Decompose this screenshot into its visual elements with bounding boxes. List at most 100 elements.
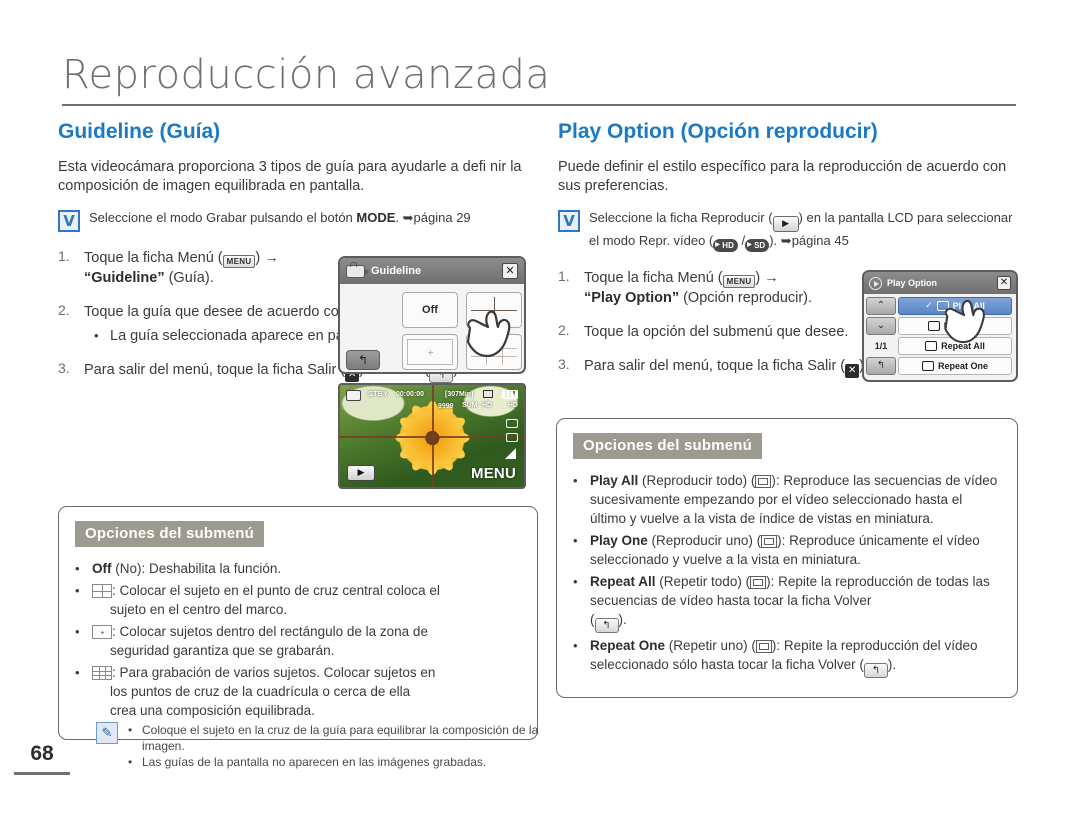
- prereq-bold: MODE: [356, 210, 396, 225]
- rstep1-before: Toque la ficha Menú (: [584, 270, 723, 286]
- lcd-title: Play Option: [887, 278, 938, 288]
- step1-before: Toque la ficha Menú (: [84, 250, 223, 266]
- submenu-options-badge: Opciones del submenú: [75, 521, 265, 547]
- footnote-item: • Las guías de la pantalla no aparecen e…: [128, 754, 546, 770]
- lcd-guideline-body: Off ↰: [340, 284, 524, 372]
- bullet-dot-icon: •: [573, 533, 578, 548]
- prereq-after: .: [395, 210, 403, 225]
- step-number: 2.: [58, 302, 70, 318]
- scroll-up-button[interactable]: ⌃: [866, 297, 896, 315]
- play-option-row-repeat-one[interactable]: Repeat One: [898, 357, 1012, 375]
- guideline-submenu-options-panel: Opciones del submenú • Off (No): Deshabi…: [58, 506, 538, 740]
- title-divider: [62, 104, 1016, 106]
- grid-4-icon: [92, 584, 112, 598]
- option-grid9-desc-cont: los puntos de cruz de la cuadrícula o ce…: [110, 684, 411, 699]
- step-text: Toque la opción del submenú que desee.: [584, 324, 849, 340]
- check-icon: ✓: [925, 301, 933, 311]
- guideline-prereq-text: Seleccione el modo Grabar pulsando el bo…: [89, 209, 471, 227]
- option-play-all: • Play All (Reproducir todo) (): Reprodu…: [573, 471, 1001, 528]
- play-all-icon: [936, 301, 949, 311]
- step1-quote: “Guideline”: [84, 270, 165, 286]
- option-repeat-one-desc: ): Repite la reproducción del: [771, 638, 941, 653]
- page-arrow-icon: ➥: [402, 211, 414, 226]
- option-repeat-all-label: Repeat All: [590, 574, 656, 589]
- guideline-option-grid9[interactable]: [466, 334, 522, 370]
- storage-card-icon: [483, 390, 493, 398]
- option-grid4-desc: : Colocar el sujeto en el punto de cruz …: [112, 583, 440, 598]
- osd-quality-3: HD: [507, 402, 518, 409]
- option-grid9-desc-cont2: crea una composición equilibrada.: [110, 703, 315, 718]
- play-option-row-play-all[interactable]: ✓ Play All: [898, 297, 1012, 315]
- play-tab-button[interactable]: ▶: [347, 465, 375, 481]
- row-label: Play All: [952, 301, 985, 311]
- guideline-option-safety-zone[interactable]: [402, 334, 458, 370]
- check-badge-icon: V: [558, 210, 580, 232]
- play-option-submenu-options-panel: Opciones del submenú • Play All (Reprodu…: [556, 418, 1018, 698]
- bullet-dot-icon: •: [128, 723, 133, 737]
- bullet-dot-icon: •: [75, 561, 80, 576]
- prereq-part3: el modo Repr. vídeo (: [589, 233, 714, 248]
- guideline-prereq-note: V Seleccione el modo Grabar pulsando el …: [58, 209, 538, 232]
- lcd-title: Guideline: [371, 265, 422, 277]
- close-icon[interactable]: ✕: [502, 263, 518, 279]
- lcd-side-controls: ⌃ ⌄ 1/1 ↰: [864, 294, 898, 380]
- osd-icon-1: [506, 419, 518, 428]
- back-button[interactable]: ↰: [346, 350, 380, 370]
- option-grid9: • : Para grabación de varios sujetos. Co…: [75, 663, 521, 720]
- play-option-row-play-one[interactable]: Play One: [898, 317, 1012, 335]
- option-play-one-desc: ): Reproduce únicamente el: [777, 533, 943, 548]
- prereq-before: Seleccione el modo Grabar pulsando el bo…: [89, 210, 357, 225]
- step-text: Toque la ficha Menú (MENU) → “Guideline”…: [84, 248, 279, 288]
- menu-chip-icon: MENU: [722, 275, 756, 288]
- bullet-dot-icon: •: [573, 638, 578, 653]
- play-option-prereq-text: Seleccione la ficha Reproducir (▶) en la…: [589, 209, 1012, 252]
- guideline-option-off[interactable]: Off: [402, 292, 458, 328]
- option-play-all-line4: vistas en miniatura.: [817, 511, 934, 526]
- prereq-page: página 45: [791, 233, 849, 248]
- page-folio: 68: [14, 742, 70, 775]
- step-text: Toque la ficha Menú (MENU) → “Play Optio…: [584, 268, 812, 308]
- grid-9-icon: [471, 339, 517, 365]
- scroll-down-button[interactable]: ⌄: [866, 317, 896, 335]
- page-number: 68: [30, 742, 54, 765]
- step-number: 1.: [558, 268, 570, 284]
- osd-stby: STBY: [368, 391, 389, 398]
- play-one-icon: [927, 321, 940, 331]
- step1-rest: (Guía).: [164, 270, 214, 286]
- osd-icon-2: [506, 433, 518, 442]
- osd-remaining-time: [307Min]: [445, 391, 474, 398]
- exit-x-icon: ✕: [845, 364, 860, 378]
- option-repeat-all: • Repeat All (Repetir todo) (): Repite l…: [573, 572, 1001, 633]
- lcd-title-bar: Guideline ✕: [340, 258, 524, 284]
- osd-quality-1: SUM: [462, 402, 478, 409]
- guideline-option-grid4[interactable]: [466, 292, 522, 328]
- repeat-one-icon: [755, 640, 772, 653]
- option-safety-desc: : Colocar sujetos dentro del rectángulo …: [112, 624, 428, 639]
- osd-photo-count: 9999: [438, 403, 454, 410]
- back-button[interactable]: ↰: [866, 357, 896, 375]
- battery-icon: [502, 390, 518, 399]
- option-repeat-one-label: Repeat One: [590, 638, 666, 653]
- play-tab-icon: ▶: [772, 216, 799, 232]
- step-number: 2.: [558, 322, 570, 338]
- note-pencil-icon: ✎: [96, 722, 118, 744]
- play-mode-icon: [869, 276, 882, 290]
- osd-timecode: 00:00:00: [396, 391, 425, 398]
- option-play-one-label: Play One: [590, 533, 648, 548]
- camcorder-icon: [346, 261, 369, 278]
- option-grid4-desc-cont: sujeto en el centro del marco.: [110, 602, 288, 617]
- close-icon[interactable]: ✕: [997, 276, 1011, 290]
- video-hd-icon: HD: [713, 239, 738, 252]
- lcd-play-option-body: ⌃ ⌄ 1/1 ↰ ✓ Play All Play One Repeat All: [864, 294, 1016, 380]
- bullet-dot-icon: •: [94, 328, 99, 343]
- option-off: • Off (No): Deshabilita la función.: [75, 559, 521, 578]
- repeat-all-icon: [750, 576, 767, 589]
- play-option-row-repeat-all[interactable]: Repeat All: [898, 337, 1012, 355]
- play-options-list: • Play All (Reproducir todo) (): Reprodu…: [573, 471, 1001, 678]
- lcd-title-bar: Play Option ✕: [864, 272, 1016, 294]
- menu-tab-button[interactable]: MENU: [471, 465, 516, 482]
- option-play-all-paren: (Reproducir todo) (: [638, 473, 756, 488]
- safety-zone-icon: [92, 625, 112, 639]
- option-safety-zone: • : Colocar sujetos dentro del rectángul…: [75, 622, 521, 660]
- option-play-one: • Play One (Reproducir uno) (): Reproduc…: [573, 531, 1001, 569]
